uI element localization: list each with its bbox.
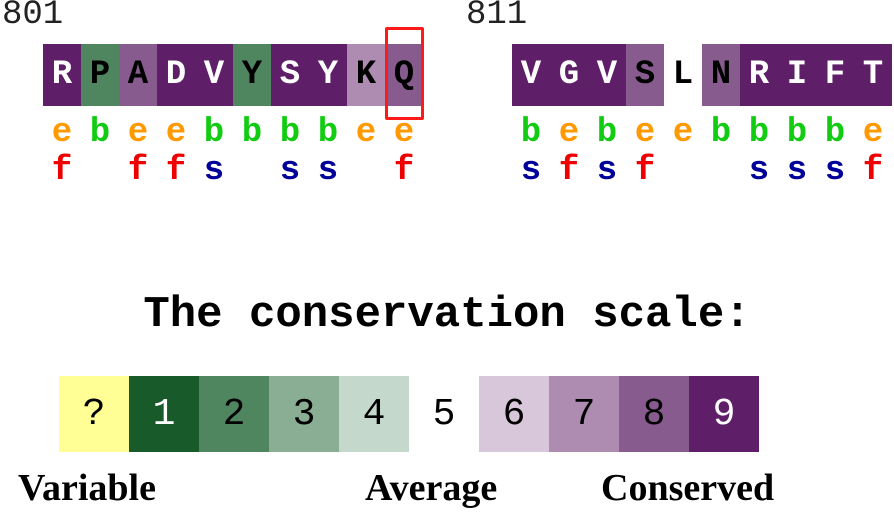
function-annotation: f bbox=[51, 152, 73, 190]
scale-title: The conservation scale: bbox=[143, 290, 751, 340]
exposure-annotation: b bbox=[786, 114, 808, 152]
exposure-annotation: e bbox=[355, 114, 377, 152]
scale-label-average: Average bbox=[365, 467, 498, 509]
function-annotation: s bbox=[596, 152, 618, 190]
residue-cell: D bbox=[157, 44, 195, 106]
highlighted-residue-box bbox=[385, 27, 424, 120]
residue-cell: I bbox=[778, 44, 816, 106]
scale-cell-7: 7 bbox=[549, 376, 619, 452]
exposure-annotation: b bbox=[317, 114, 339, 152]
residue-column: Ybs bbox=[309, 44, 347, 190]
residue-column: Le bbox=[664, 44, 702, 190]
residue-cell: A bbox=[119, 44, 157, 106]
exposure-annotation: e bbox=[51, 114, 73, 152]
exposure-annotation: b bbox=[279, 114, 301, 152]
scale-cell-4: 4 bbox=[339, 376, 409, 452]
scale-cell-6: 6 bbox=[479, 376, 549, 452]
exposure-annotation: e bbox=[558, 114, 580, 152]
residue-column: Yb bbox=[233, 44, 271, 190]
residue-column: Vbs bbox=[195, 44, 233, 190]
exposure-annotation: b bbox=[596, 114, 618, 152]
function-annotation: f bbox=[862, 152, 884, 190]
scale-cell-9: 9 bbox=[689, 376, 759, 452]
exposure-annotation: b bbox=[748, 114, 770, 152]
residue-cell: S bbox=[626, 44, 664, 106]
residue-cell: F bbox=[816, 44, 854, 106]
scale-cell-1: 1 bbox=[129, 376, 199, 452]
residue-block-801: RefPbAefDefVbsYbSbsYbsKeQef bbox=[43, 44, 423, 190]
residue-cell: S bbox=[271, 44, 309, 106]
residue-cell: T bbox=[854, 44, 892, 106]
residue-block-811: VbsGefVbsSefLeNbRbsIbsFbsTef bbox=[512, 44, 892, 190]
function-annotation: s bbox=[748, 152, 770, 190]
residue-column: Sef bbox=[626, 44, 664, 190]
scale-label-conserved: Conserved bbox=[601, 467, 775, 509]
residue-column: Vbs bbox=[512, 44, 550, 190]
exposure-annotation: b bbox=[520, 114, 542, 152]
function-annotation: s bbox=[279, 152, 301, 190]
scale-cell-8: 8 bbox=[619, 376, 689, 452]
conservation-scale: ? 1 2 3 4 5 6 7 8 9 bbox=[59, 376, 759, 452]
scale-cell-5: 5 bbox=[409, 376, 479, 452]
exposure-annotation: e bbox=[127, 114, 149, 152]
scale-label-variable: Variable bbox=[18, 467, 156, 509]
block-2-start-label: 811 bbox=[466, 0, 528, 34]
function-annotation: s bbox=[824, 152, 846, 190]
residue-column: Fbs bbox=[816, 44, 854, 190]
function-annotation: f bbox=[634, 152, 656, 190]
residue-cell: V bbox=[195, 44, 233, 106]
residue-cell: N bbox=[702, 44, 740, 106]
residue-column: Gef bbox=[550, 44, 588, 190]
residue-column: Ibs bbox=[778, 44, 816, 190]
residue-column: Vbs bbox=[588, 44, 626, 190]
residue-cell: L bbox=[664, 44, 702, 106]
exposure-annotation: b bbox=[203, 114, 225, 152]
exposure-annotation: e bbox=[672, 114, 694, 152]
residue-column: Ke bbox=[347, 44, 385, 190]
residue-cell: P bbox=[81, 44, 119, 106]
residue-cell: Y bbox=[233, 44, 271, 106]
exposure-annotation: b bbox=[824, 114, 846, 152]
residue-column: Aef bbox=[119, 44, 157, 190]
function-annotation: s bbox=[317, 152, 339, 190]
exposure-annotation: e bbox=[862, 114, 884, 152]
exposure-annotation: b bbox=[89, 114, 111, 152]
residue-column: Pb bbox=[81, 44, 119, 190]
function-annotation: s bbox=[786, 152, 808, 190]
residue-column: Ref bbox=[43, 44, 81, 190]
residue-column: Rbs bbox=[740, 44, 778, 190]
scale-cell-3: 3 bbox=[269, 376, 339, 452]
block-1-start-label: 801 bbox=[2, 0, 64, 34]
residue-column: Tef bbox=[854, 44, 892, 190]
function-annotation: f bbox=[393, 152, 415, 190]
residue-cell: R bbox=[740, 44, 778, 106]
function-annotation: f bbox=[127, 152, 149, 190]
function-annotation: f bbox=[165, 152, 187, 190]
scale-cell-unknown: ? bbox=[59, 376, 129, 452]
exposure-annotation: b bbox=[710, 114, 732, 152]
residue-cell: R bbox=[43, 44, 81, 106]
residue-column: Def bbox=[157, 44, 195, 190]
residue-cell: G bbox=[550, 44, 588, 106]
residue-column: Nb bbox=[702, 44, 740, 190]
exposure-annotation: e bbox=[634, 114, 656, 152]
function-annotation: f bbox=[558, 152, 580, 190]
function-annotation: s bbox=[203, 152, 225, 190]
exposure-annotation: b bbox=[241, 114, 263, 152]
residue-cell: K bbox=[347, 44, 385, 106]
scale-cell-2: 2 bbox=[199, 376, 269, 452]
residue-cell: V bbox=[512, 44, 550, 106]
residue-cell: V bbox=[588, 44, 626, 106]
residue-cell: Y bbox=[309, 44, 347, 106]
residue-column: Sbs bbox=[271, 44, 309, 190]
exposure-annotation: e bbox=[165, 114, 187, 152]
function-annotation: s bbox=[520, 152, 542, 190]
